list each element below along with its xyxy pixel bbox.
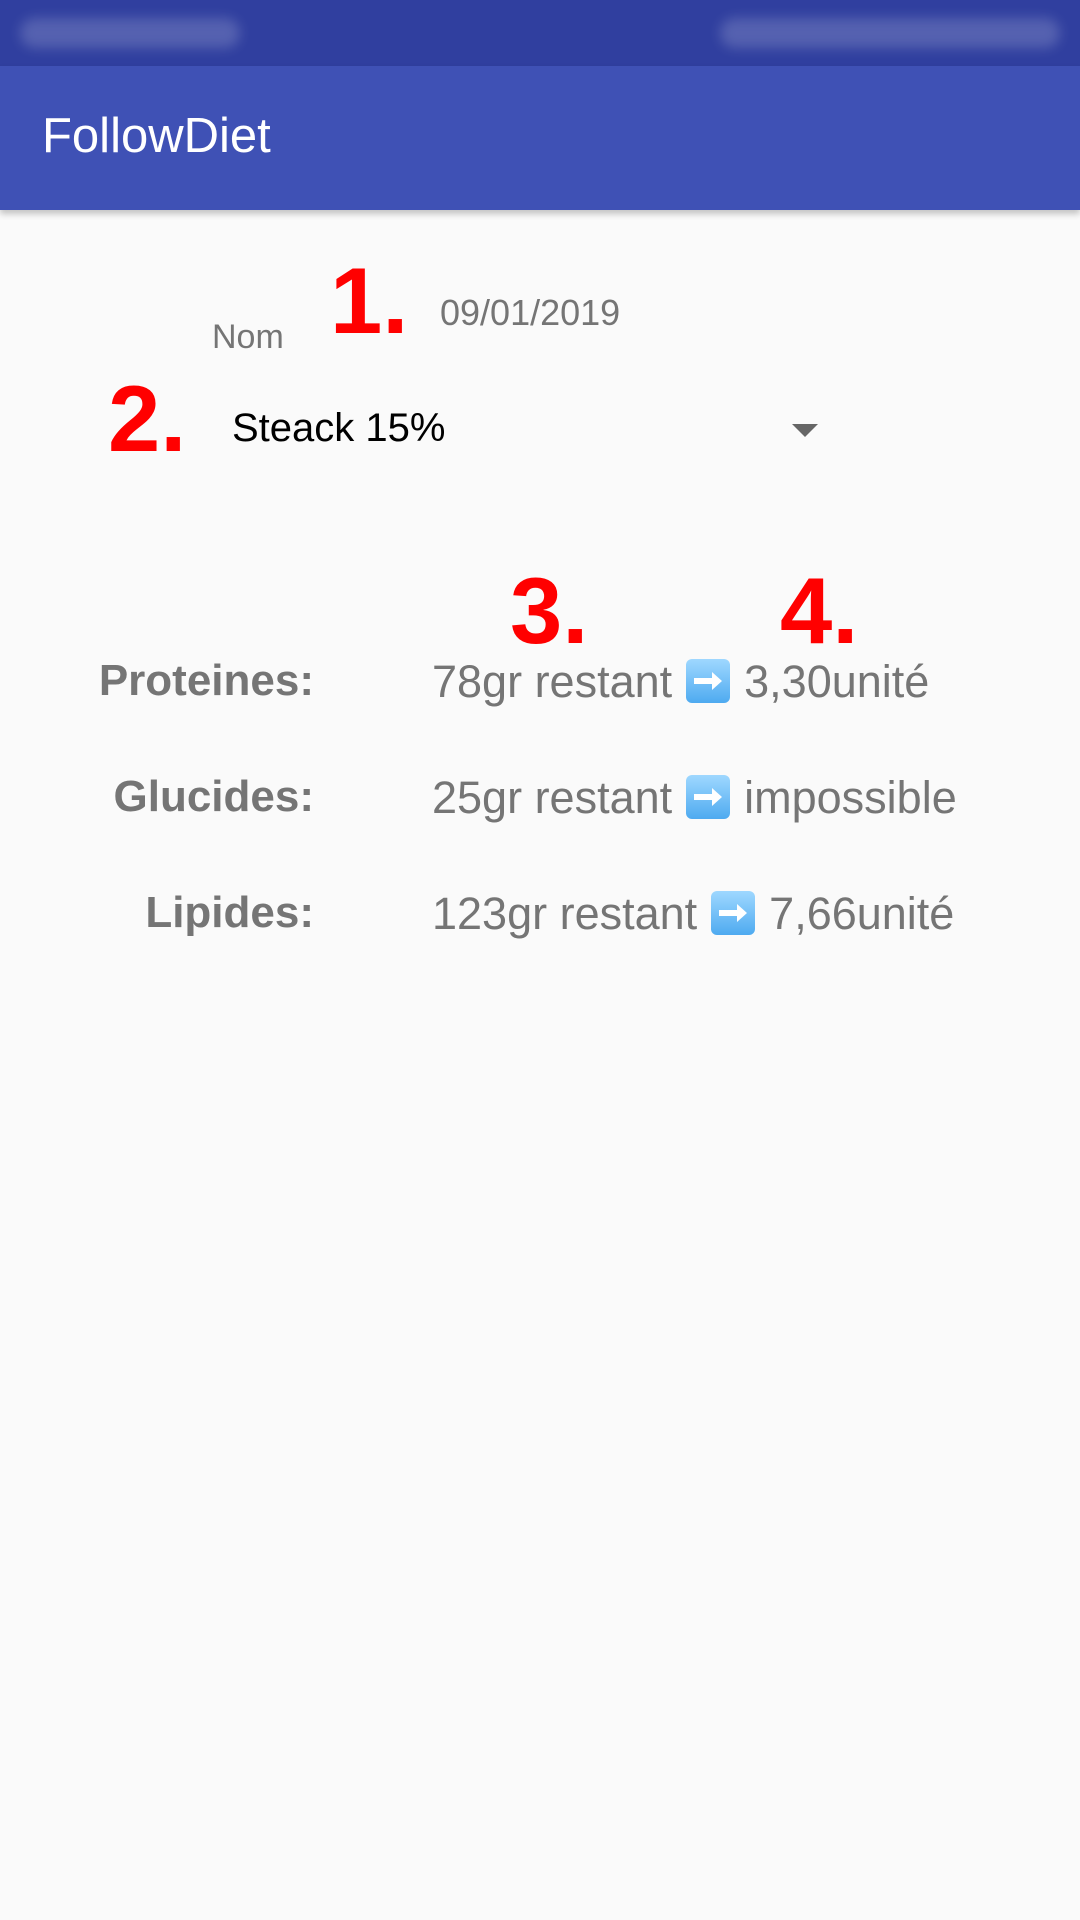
- right-arrow-icon: [686, 775, 731, 819]
- macro-row-lipides: Lipides: 123gr restant 7,66unité: [0, 888, 1080, 948]
- macro-remaining: 78gr restant: [432, 656, 673, 707]
- macro-result: 3,30unité: [744, 656, 930, 707]
- annotation-2: 2.: [108, 366, 187, 471]
- status-bar: [0, 0, 1080, 66]
- macro-value: 123gr restant 7,66unité: [432, 888, 954, 940]
- annotation-1: 1.: [330, 248, 409, 353]
- macro-remaining: 123gr restant: [432, 888, 698, 939]
- annotation-3: 3.: [510, 558, 589, 663]
- annotation-4: 4.: [780, 558, 859, 663]
- macro-result: impossible: [744, 772, 957, 823]
- right-arrow-icon: [711, 891, 756, 935]
- food-spinner-value: Steack 15%: [232, 406, 446, 450]
- app-title: FollowDiet: [42, 109, 271, 163]
- right-arrow-icon: [686, 659, 731, 703]
- status-bar-right-blur: [720, 18, 1060, 48]
- macro-result: 7,66unité: [769, 888, 955, 939]
- dropdown-triangle-icon: [792, 424, 818, 437]
- macro-label: Proteines:: [98, 656, 314, 705]
- status-bar-left-blur: [20, 18, 240, 48]
- date-text[interactable]: 09/01/2019: [440, 292, 620, 334]
- macro-row-proteines: Proteines: 78gr restant 3,30unité: [0, 656, 1080, 716]
- macro-remaining: 25gr restant: [432, 772, 673, 823]
- macro-value: 78gr restant 3,30unité: [432, 656, 929, 708]
- name-label: Nom: [212, 318, 284, 356]
- food-spinner[interactable]: Steack 15%: [212, 390, 832, 470]
- macro-label: Lipides:: [145, 888, 314, 937]
- macro-value: 25gr restant impossible: [432, 772, 957, 824]
- macro-label: Glucides:: [113, 772, 315, 821]
- app-bar: FollowDiet: [0, 66, 1080, 210]
- macro-row-glucides: Glucides: 25gr restant impossible: [0, 772, 1080, 832]
